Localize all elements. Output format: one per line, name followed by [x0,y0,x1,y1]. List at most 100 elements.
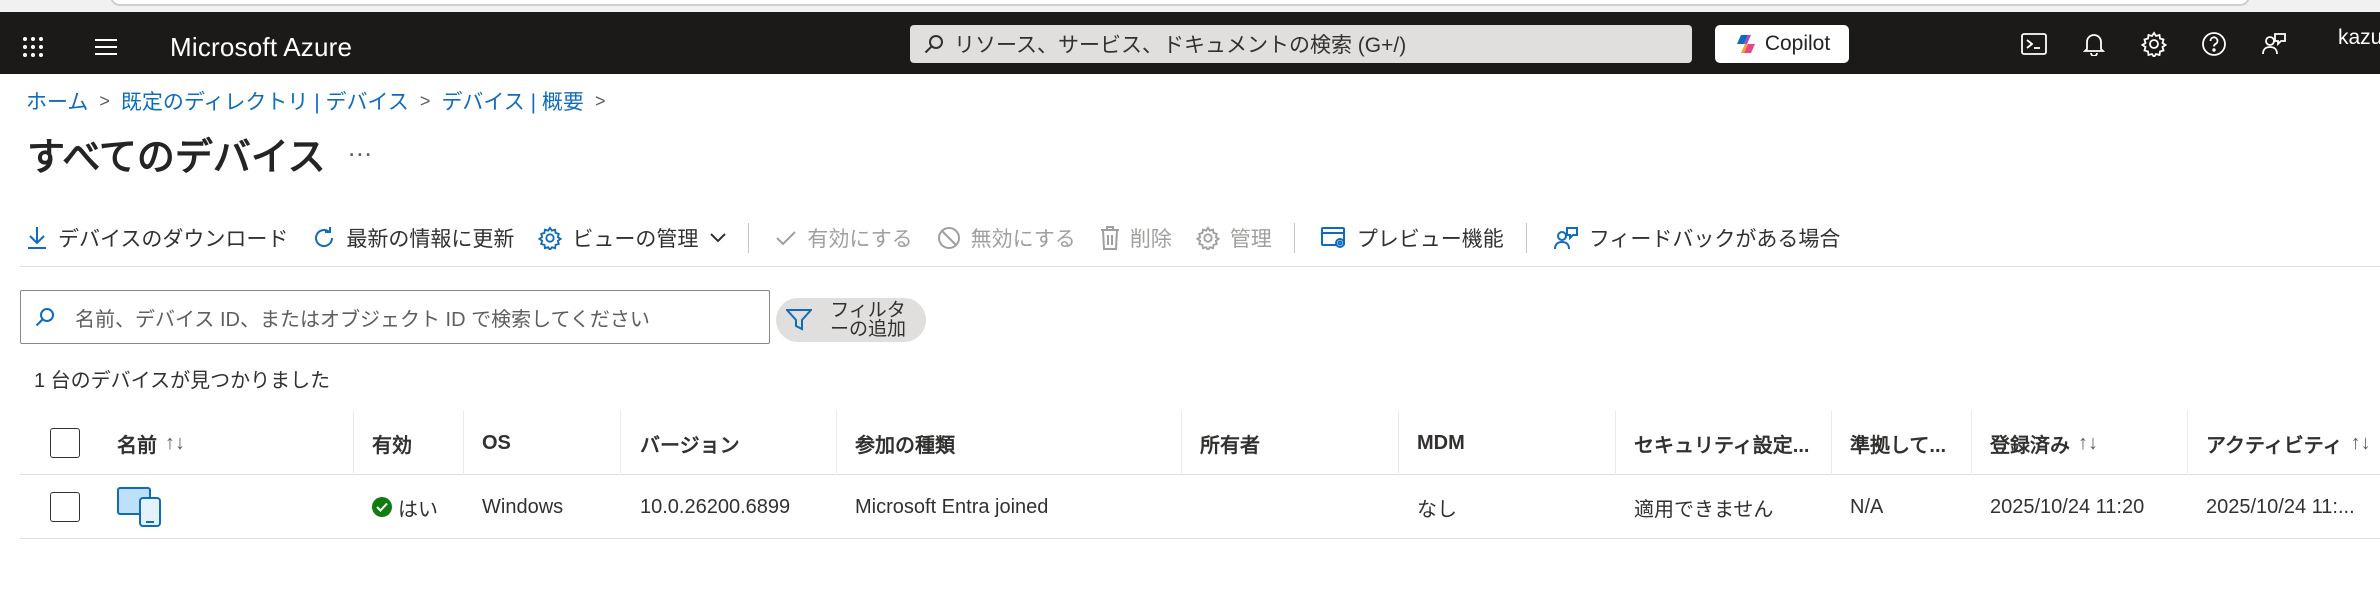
delete-button[interactable]: 削除 [1100,223,1172,253]
more-options-button[interactable]: ... [348,132,373,163]
portal-brand[interactable]: Microsoft Azure [170,32,352,63]
notifications-bell-icon[interactable] [2076,28,2112,60]
refresh-label: 最新の情報に更新 [346,228,515,251]
page-title: すべてのデバイス [27,137,326,179]
add-filter-button[interactable]: フィルターの追加 [776,298,926,342]
disable-button[interactable]: 無効にする [937,223,1076,253]
column-resize-handle[interactable] [620,411,621,475]
disable-label: 無効にする [970,228,1076,251]
column-resize-handle[interactable] [353,411,354,475]
preview-features-icon [1320,227,1345,248]
column-header-enabled[interactable]: 有効 [372,411,412,475]
gear-icon [538,226,563,250]
manage-button[interactable]: 管理 [1195,223,1272,253]
column-header-security-settings[interactable]: セキュリティ設定... [1634,411,1809,475]
column-header-activity-label: アクティビティ [2206,434,2343,457]
column-header-owner[interactable]: 所有者 [1200,411,1260,475]
column-header-join-type[interactable]: 参加の種類 [855,411,955,475]
device-version-cell: 10.0.26200.6899 [640,495,791,518]
copilot-button[interactable]: Copilot [1715,25,1849,63]
portal-top-bar: Microsoft Azure リソース、サービス、ドキュメントの検索 (G+/… [0,12,2380,74]
copilot-icon [1736,35,1755,53]
device-icon[interactable] [116,486,164,528]
column-resize-handle[interactable] [1831,411,1832,475]
enable-label: 有効にする [807,228,913,251]
account-user-name[interactable]: kazu [2338,26,2380,50]
search-icon [924,35,943,54]
table-header-row: 名前 ↑↓ 有効 OS バージョン 参加の種類 所有者 MDM セキュリティ設定.… [20,411,2380,475]
search-icon [35,308,54,327]
help-question-icon[interactable] [2196,28,2232,60]
select-all-checkbox-cell[interactable] [50,411,80,475]
feedback-person-icon[interactable] [2256,28,2292,60]
global-search-input[interactable]: リソース、サービス、ドキュメントの検索 (G+/) [910,25,1692,63]
result-count: 1 台のデバイスが見つかりました [34,370,331,392]
refresh-button[interactable]: 最新の情報に更新 [312,223,514,253]
column-header-compliant[interactable]: 準拠して... [1850,411,1946,475]
feedback-button[interactable]: フィードバックがある場合 [1553,223,1840,253]
manage-view-label: ビューの管理 [572,228,699,251]
column-header-name[interactable]: 名前 ↑↓ [117,411,185,475]
cloud-shell-icon[interactable] [2016,28,2052,60]
toolbar-divider [1525,223,1527,253]
select-all-checkbox[interactable] [50,428,80,458]
download-devices-button[interactable]: デバイスのダウンロード [26,223,288,253]
enable-button[interactable]: 有効にする [775,223,913,253]
portal-menu-icon[interactable] [90,32,122,62]
column-resize-handle[interactable] [1181,411,1182,475]
manage-label: 管理 [1229,228,1272,251]
delete-label: 削除 [1129,228,1172,251]
browser-url-bar[interactable] [110,0,2250,6]
row-select-checkbox[interactable] [50,492,80,522]
device-registered-cell: 2025/10/24 11:20 [1990,495,2145,518]
device-enabled-value: はい [398,498,438,521]
column-header-registered-label: 登録済み [1990,434,2070,457]
table-row[interactable]: はい Windows 10.0.26200.6899 Microsoft Ent… [20,475,2380,539]
chevron-down-icon [710,233,727,243]
manage-view-button[interactable]: ビューの管理 [538,223,727,253]
copilot-label: Copilot [1764,32,1831,55]
command-bar: デバイスのダウンロード 最新の情報に更新 ビューの管理 有効にする 無効にする … [26,216,1864,260]
row-checkbox-cell[interactable] [50,475,80,539]
column-resize-handle[interactable] [2187,411,2188,475]
chevron-right-icon: > [419,90,431,111]
checkmark-icon [776,231,797,246]
breadcrumb-directory-devices[interactable]: 既定のディレクトリ | デバイス [121,86,409,116]
device-name-cell[interactable] [116,475,164,539]
breadcrumb-devices-overview[interactable]: デバイス | 概要 [441,86,584,116]
column-header-version[interactable]: バージョン [640,411,740,475]
app-launcher-icon[interactable] [18,32,48,62]
preview-features-button[interactable]: プレビュー機能 [1320,223,1504,253]
breadcrumb-home[interactable]: ホーム [26,86,88,116]
column-resize-handle[interactable] [836,411,837,475]
device-compliant-cell: N/A [1850,495,1884,518]
toolbar-divider [748,223,750,253]
column-header-os[interactable]: OS [482,411,511,475]
download-icon [28,227,46,249]
device-activity-cell: 2025/10/24 11:... [2206,495,2355,518]
device-join-type-cell: Microsoft Entra joined [855,495,1049,518]
filter-funnel-icon [786,309,812,331]
sort-arrows-icon[interactable]: ↑↓ [165,432,185,455]
column-header-activity[interactable]: アクティビティ ↑↓ [2206,411,2371,475]
preview-features-label: プレビュー機能 [1356,228,1504,251]
toolbar-divider [1293,223,1295,253]
refresh-icon [315,227,334,247]
sort-arrows-icon[interactable]: ↑↓ [2078,432,2098,455]
device-search-input[interactable]: 名前、デバイス ID、またはオブジェクト ID で検索してください [20,290,770,344]
column-resize-handle[interactable] [1398,411,1399,475]
column-resize-handle[interactable] [463,411,464,475]
browser-chrome [0,0,2380,12]
settings-gear-icon[interactable] [2136,28,2172,60]
device-mdm-cell: なし [1417,498,1457,521]
column-header-mdm[interactable]: MDM [1417,411,1465,475]
column-resize-handle[interactable] [1615,411,1616,475]
global-search-placeholder: リソース、サービス、ドキュメントの検索 (G+/) [954,34,1407,57]
column-resize-handle[interactable] [1971,411,1972,475]
column-header-registered[interactable]: 登録済み ↑↓ [1990,411,2098,475]
trash-icon [1100,226,1119,250]
breadcrumb: ホーム > 既定のディレクトリ | デバイス > デバイス | 概要 > [26,86,616,116]
sort-arrows-icon[interactable]: ↑↓ [2351,432,2371,455]
download-devices-label: デバイスのダウンロード [58,228,289,251]
block-icon [937,227,960,249]
